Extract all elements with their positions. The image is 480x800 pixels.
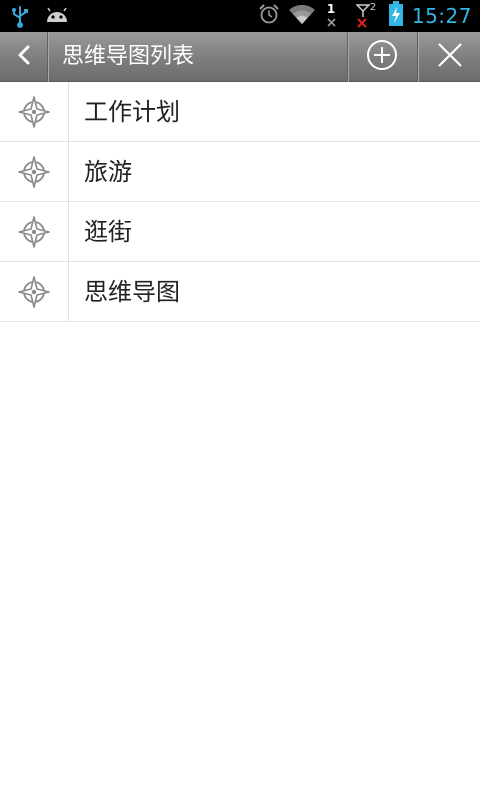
page-title: 思维导图列表 xyxy=(62,44,195,69)
divider xyxy=(347,32,348,82)
mindmap-compass-icon xyxy=(0,82,69,142)
add-button[interactable] xyxy=(349,32,415,82)
wifi-icon xyxy=(288,3,316,29)
mindmap-compass-icon xyxy=(0,202,69,262)
close-button[interactable] xyxy=(419,32,480,82)
close-icon xyxy=(436,41,464,73)
notification-count-icon: 1 xyxy=(324,2,338,29)
signal-icon: 2 xyxy=(355,2,380,29)
add-circle-icon xyxy=(365,38,399,76)
list-item[interactable]: 旅游 xyxy=(0,142,480,202)
list-item[interactable]: 逛街 xyxy=(0,202,480,262)
back-button[interactable] xyxy=(0,32,48,82)
alarm-icon xyxy=(258,3,280,29)
mindmap-compass-icon xyxy=(0,262,69,322)
mindmap-compass-icon xyxy=(0,142,69,202)
list-item[interactable]: 思维导图 xyxy=(0,262,480,322)
status-bar: 1 2 15:27 xyxy=(0,0,480,32)
divider xyxy=(47,32,48,82)
action-bar: 思维导图列表 xyxy=(0,32,480,82)
mindmap-list: 工作计划 旅游 逛街 思维导图 xyxy=(0,82,480,322)
battery-charging-icon xyxy=(388,1,404,31)
clock: 15:27 xyxy=(411,4,472,28)
list-item-label: 思维导图 xyxy=(84,278,180,306)
android-icon xyxy=(44,6,70,30)
back-chevron-icon xyxy=(16,44,32,70)
list-item[interactable]: 工作计划 xyxy=(0,82,480,142)
divider xyxy=(417,32,418,82)
list-item-label: 工作计划 xyxy=(84,98,180,126)
list-item-label: 逛街 xyxy=(84,218,132,246)
usb-icon xyxy=(10,4,30,32)
list-item-label: 旅游 xyxy=(84,158,132,186)
